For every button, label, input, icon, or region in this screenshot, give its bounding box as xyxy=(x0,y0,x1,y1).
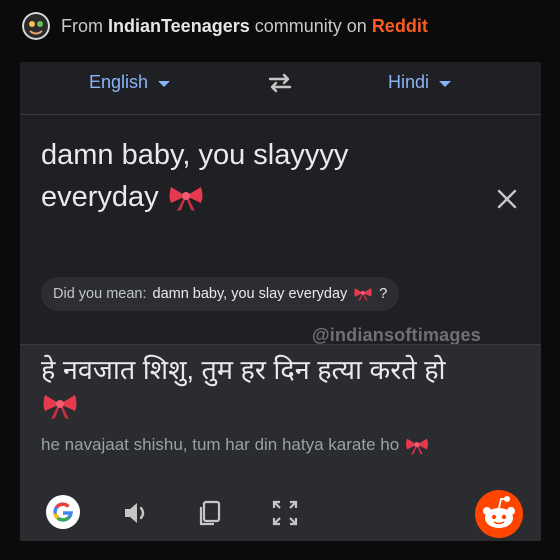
avatar[interactable] xyxy=(22,12,50,40)
ribbon-emoji xyxy=(354,288,372,301)
source-text[interactable]: damn baby, you slayyyy everyday xyxy=(41,134,481,218)
speaker-icon[interactable] xyxy=(122,499,154,531)
translator-card: English Hindi damn baby, you slayyyy eve… xyxy=(20,62,541,541)
copy-icon[interactable] xyxy=(196,499,228,531)
ribbon-emoji xyxy=(43,394,77,419)
fullscreen-icon[interactable] xyxy=(271,499,303,531)
header-caption: From IndianTeenagers community on Reddit xyxy=(61,16,428,37)
ribbon-emoji xyxy=(169,187,203,212)
source-language-selector[interactable]: English xyxy=(89,72,171,93)
translation-line1: हे नवजात शिशु, तुम हर दिन हत्या करते हो xyxy=(41,355,446,385)
header-middle: community on xyxy=(254,16,367,36)
translation-text[interactable]: हे नवजात शिशु, तुम हर दिन हत्या करते हो xyxy=(41,353,521,421)
ribbon-emoji xyxy=(405,438,428,455)
did-you-mean-label: Did you mean: xyxy=(53,286,147,302)
watermark: @indiansoftimages xyxy=(312,325,481,345)
language-bar: English Hindi xyxy=(20,62,541,115)
source-panel: damn baby, you slayyyy everyday Did you … xyxy=(20,115,541,380)
site-name[interactable]: Reddit xyxy=(372,16,428,36)
did-you-mean-suffix: ? xyxy=(379,286,388,302)
community-name[interactable]: IndianTeenagers xyxy=(108,16,250,36)
transliteration: he navajaat shishu, tum har din hatya ka… xyxy=(41,435,531,456)
source-text-line1: damn baby, you slayyyy xyxy=(41,139,349,171)
reddit-snoo-icon xyxy=(474,489,524,539)
chevron-down-icon xyxy=(439,81,452,87)
transliteration-text: he navajaat shishu, tum har din hatya ka… xyxy=(41,435,400,454)
did-you-mean-chip[interactable]: Did you mean: damn baby, you slay everyd… xyxy=(41,277,400,311)
swap-icon[interactable] xyxy=(266,72,294,94)
source-text-line2: everyday xyxy=(41,181,159,213)
translation-actions xyxy=(20,490,541,538)
source-language-label: English xyxy=(89,72,149,92)
reddit-header: From IndianTeenagers community on Reddit xyxy=(0,0,560,54)
close-icon[interactable] xyxy=(496,188,518,210)
translation-panel: हे नवजात शिशु, तुम हर दिन हत्या करते हो … xyxy=(20,344,541,541)
google-logo[interactable] xyxy=(46,495,80,529)
target-language-selector[interactable]: Hindi xyxy=(388,72,452,93)
target-language-label: Hindi xyxy=(388,72,430,92)
did-you-mean-suggestion: damn baby, you slay everyday xyxy=(152,286,348,302)
chevron-down-icon xyxy=(158,81,171,87)
header-prefix: From xyxy=(61,16,103,36)
